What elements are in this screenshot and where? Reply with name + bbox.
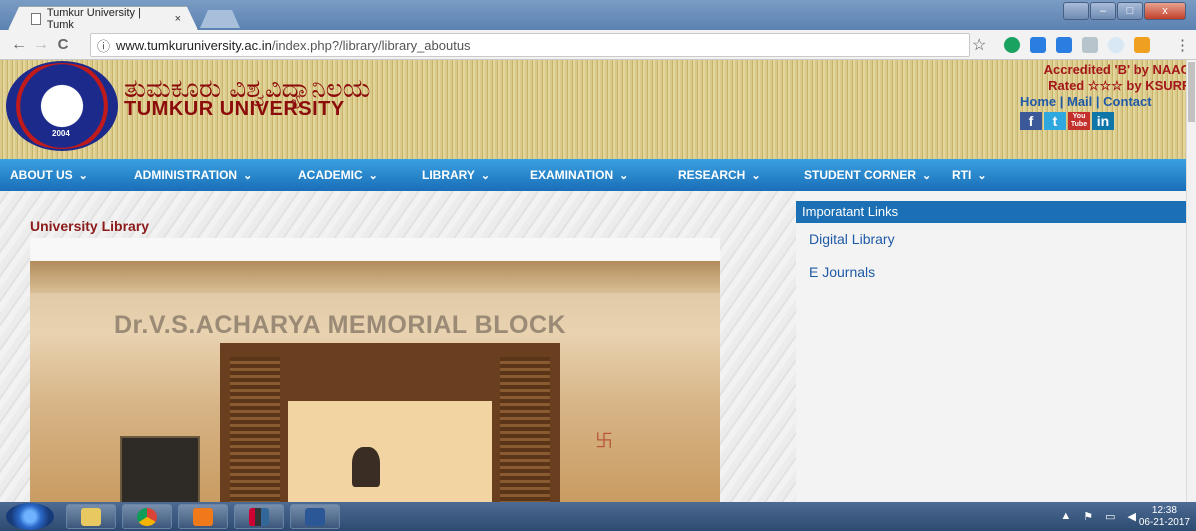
chevron-down-icon: ⌄	[619, 170, 629, 182]
extension-icon[interactable]	[1030, 37, 1046, 53]
site-banner: 2004 ತುಮಕೂರು ವಿಶ್ವವಿದ್ಯಾನಿಲಯ TUMKUR UNIV…	[0, 60, 1196, 159]
logo-year: 2004	[52, 129, 70, 138]
extension-icon[interactable]	[1108, 37, 1124, 53]
top-links: Home | Mail | Contact	[1020, 94, 1152, 109]
library-building-photo: Dr.V.S.ACHARYA MEMORIAL BLOCK 卐	[30, 261, 720, 502]
taskbar-word[interactable]	[290, 504, 340, 529]
bust-statue	[352, 447, 380, 487]
flag-icon[interactable]: ⚑	[1083, 510, 1093, 523]
extension-icon[interactable]	[1082, 37, 1098, 53]
window-controls: – □ x	[1063, 2, 1186, 20]
digital-library-link[interactable]: Digital Library	[809, 231, 895, 247]
extension-icon[interactable]	[1134, 37, 1150, 53]
page-title: University Library	[30, 218, 150, 234]
app-icon	[249, 507, 269, 526]
swastik-symbol: 卐	[595, 431, 613, 451]
media-player-icon	[193, 507, 213, 526]
url-path: /index.php?/library/library_aboutus	[271, 37, 471, 53]
forward-icon[interactable]: →	[30, 34, 52, 56]
nav-student-corner[interactable]: STUDENT CORNER ⌄	[804, 168, 931, 182]
webpage: 2004 ತುಮಕೂರು ವಿಶ್ವವಿದ್ಯಾನಿಲಯ TUMKUR UNIV…	[0, 60, 1196, 502]
nav-rti[interactable]: RTI ⌄	[952, 168, 987, 182]
english-title: TUMKUR UNIVERSITY	[124, 98, 345, 120]
folder-icon	[81, 507, 101, 526]
e-journals-link[interactable]: E Journals	[809, 264, 875, 280]
sidebar: Imporatant Links Digital Library E Journ…	[796, 191, 1186, 502]
facebook-icon[interactable]: f	[1020, 112, 1042, 130]
linkedin-icon[interactable]: in	[1092, 112, 1114, 130]
scrollbar-thumb[interactable]	[1188, 62, 1195, 122]
nav-research[interactable]: RESEARCH ⌄	[678, 168, 761, 182]
ceiling-beam	[30, 261, 720, 293]
clock[interactable]: 12:38 06-21-2017	[1139, 505, 1190, 529]
taskbar-explorer[interactable]	[66, 504, 116, 529]
ksurf-rating: Rated ☆☆☆ by KSURF	[1048, 78, 1190, 93]
browser-tab[interactable]: Tumkur University | Tumk ×	[8, 6, 198, 30]
minimize-button[interactable]: –	[1090, 2, 1116, 20]
nav-administration[interactable]: ADMINISTRATION ⌄	[134, 168, 252, 182]
nav-library[interactable]: LIBRARY ⌄	[422, 168, 490, 182]
info-icon[interactable]: ⓘ	[97, 36, 110, 55]
youtube-icon[interactable]: You Tube	[1068, 112, 1090, 130]
new-tab-button[interactable]	[200, 10, 240, 28]
word-icon	[305, 507, 325, 526]
mail-link[interactable]: Mail	[1067, 94, 1092, 109]
memorial-plaque	[120, 436, 200, 502]
contact-link[interactable]: Contact	[1103, 94, 1151, 109]
chevron-down-icon: ⌄	[243, 170, 253, 182]
taskbar-chrome[interactable]	[122, 504, 172, 529]
window-louver	[230, 357, 280, 502]
clock-time: 12:38	[1151, 505, 1177, 516]
tab-title: Tumkur University | Tumk	[46, 6, 141, 31]
clock-date: 06-21-2017	[1138, 517, 1190, 528]
browser-titlebar: Tumkur University | Tumk × – □ x	[0, 0, 1196, 30]
home-link[interactable]: Home	[1020, 94, 1056, 109]
doorway	[288, 401, 492, 502]
close-button[interactable]: x	[1144, 2, 1186, 20]
chevron-down-icon: ⌄	[480, 170, 491, 182]
back-icon[interactable]: ←	[8, 34, 30, 56]
window-louver	[500, 357, 550, 502]
page-icon	[31, 12, 41, 25]
tray-arrow-icon[interactable]: ▲	[1060, 510, 1071, 523]
taskbar-app[interactable]	[234, 504, 284, 529]
chevron-down-icon: ⌄	[922, 170, 932, 182]
nav-academic[interactable]: ACADEMIC ⌄	[298, 168, 378, 182]
chevron-down-icon: ⌄	[78, 170, 88, 182]
chrome-icon	[137, 507, 157, 526]
building-sign: Dr.V.S.ACHARYA MEMORIAL BLOCK	[114, 311, 567, 339]
naac-accreditation: Accredited 'B' by NAAC	[1043, 62, 1190, 77]
chevron-down-icon: ⌄	[751, 170, 761, 182]
volume-icon[interactable]: ◀	[1128, 510, 1136, 523]
url-input[interactable]: ⓘ www.tumkuruniversity.ac.in/index.php?/…	[90, 33, 970, 57]
start-button[interactable]	[6, 503, 54, 530]
windows-taskbar: ▲ ⚑ ▭ ◀ 12:38 06-21-2017	[0, 502, 1196, 531]
twitter-icon[interactable]: t	[1044, 112, 1066, 130]
main-nav: ABOUT US ⌄ ADMINISTRATION ⌄ ACADEMIC ⌄ LIBR…	[0, 159, 1196, 191]
social-links: f t You Tube in	[1020, 112, 1114, 130]
user-icon[interactable]	[1063, 2, 1089, 20]
network-icon[interactable]: ▭	[1105, 510, 1115, 523]
taskbar-media-player[interactable]	[178, 504, 228, 529]
chevron-down-icon: ⌄	[977, 170, 987, 182]
system-tray: ▲ ⚑ ▭ ◀	[1060, 510, 1136, 523]
browser-menu-icon[interactable]: ⋮	[1175, 36, 1190, 54]
bookmark-star-icon[interactable]: ☆	[972, 35, 986, 55]
nav-examination[interactable]: EXAMINATION ⌄	[530, 168, 628, 182]
maximize-button[interactable]: □	[1117, 2, 1143, 20]
reload-icon[interactable]: C	[52, 34, 74, 56]
nav-about-us[interactable]: ABOUT US ⌄	[10, 168, 88, 182]
tab-close-icon[interactable]: ×	[175, 13, 181, 25]
chevron-down-icon: ⌄	[368, 170, 378, 182]
sidebar-title: Imporatant Links	[796, 201, 1186, 223]
url-host: www.tumkuruniversity.ac.in	[116, 37, 272, 53]
page-scrollbar[interactable]	[1186, 60, 1196, 502]
extension-icon[interactable]	[1056, 37, 1072, 53]
grammarly-extension-icon[interactable]	[1004, 37, 1020, 53]
